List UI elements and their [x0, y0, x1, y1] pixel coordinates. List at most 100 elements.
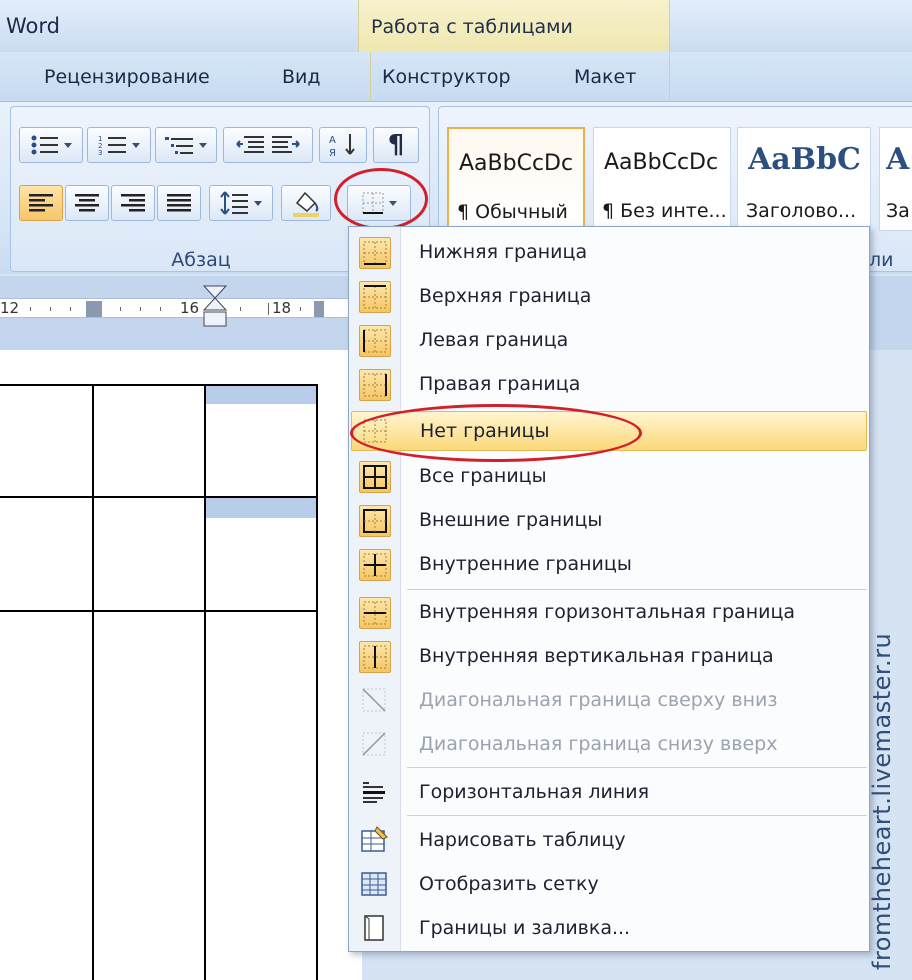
- multilevel-list-icon: [165, 137, 193, 154]
- style-heading-1[interactable]: AaBbC Заголово...: [737, 127, 871, 231]
- table-border: [316, 384, 318, 980]
- sort-icon: АЯ: [329, 134, 355, 158]
- style-name: ¶ Обычный: [457, 201, 568, 223]
- menu-item-horizontal-line[interactable]: Горизонтальная линия: [351, 773, 867, 813]
- inside-borders-icon: [359, 549, 391, 581]
- increase-indent-icon: [272, 136, 300, 153]
- menu-item-label: Нижняя граница: [419, 241, 588, 263]
- menu-item-label: Внутренняя вертикальная граница: [419, 645, 774, 667]
- tab-design[interactable]: Конструктор: [382, 66, 511, 88]
- align-left-icon: [29, 194, 53, 212]
- menu-item-draw-table[interactable]: Нарисовать таблицу: [351, 821, 867, 861]
- chevron-down-icon: [64, 142, 72, 148]
- align-right-icon: [121, 194, 145, 212]
- pilcrow-icon: ¶: [387, 130, 405, 160]
- align-center-button[interactable]: [65, 185, 109, 221]
- tab-layout[interactable]: Макет: [574, 66, 636, 88]
- ruler-number: 12: [0, 299, 20, 317]
- table-border: [92, 384, 94, 980]
- diagonal-up-border-icon: [359, 729, 391, 761]
- menu-item-left-border[interactable]: Левая граница: [351, 321, 867, 361]
- align-right-button[interactable]: [111, 185, 155, 221]
- menu-item-label: Нарисовать таблицу: [419, 829, 626, 851]
- align-center-icon: [75, 194, 99, 212]
- table-border: [204, 384, 206, 980]
- menu-item-top-border[interactable]: Верхняя граница: [351, 277, 867, 317]
- inside-horizontal-border-icon: [359, 597, 391, 629]
- svg-text:А: А: [329, 135, 336, 146]
- app-title: Word: [6, 14, 60, 38]
- menu-item-all-borders[interactable]: Все границы: [351, 457, 867, 497]
- menu-item-label: Внешние границы: [419, 509, 603, 531]
- menu-item-label: Правая граница: [419, 373, 581, 395]
- annotation-circle: [334, 168, 428, 230]
- chevron-down-icon: [254, 200, 262, 206]
- menu-separator: [407, 815, 867, 816]
- selected-cell: [206, 498, 316, 518]
- multilevel-list-button[interactable]: [155, 127, 217, 163]
- menu-item-right-border[interactable]: Правая граница: [351, 365, 867, 405]
- tab-separator: [669, 52, 670, 102]
- menu-item-inside-vertical-border[interactable]: Внутренняя вертикальная граница: [351, 637, 867, 677]
- view-gridlines-icon: [359, 869, 391, 901]
- style-heading-2[interactable]: A За: [879, 127, 912, 231]
- bullets-button[interactable]: [19, 127, 83, 163]
- chevron-down-icon: [132, 142, 140, 148]
- diagonal-down-border-icon: [359, 685, 391, 717]
- menu-item-diagonal-up-border: Диагональная граница снизу вверх: [351, 725, 867, 765]
- chevron-down-icon: [199, 142, 207, 148]
- menu-item-outside-borders[interactable]: Внешние границы: [351, 501, 867, 541]
- menu-item-borders-and-shading[interactable]: Границы и заливка...: [351, 909, 867, 949]
- style-name: За: [886, 200, 910, 222]
- shading-button[interactable]: [281, 185, 331, 221]
- menu-item-label: Горизонтальная линия: [419, 781, 650, 803]
- menu-item-label: Диагональная граница сверху вниз: [419, 689, 778, 711]
- menu-item-label: Верхняя граница: [419, 285, 592, 307]
- bullets-icon: [31, 135, 58, 155]
- menu-item-label: Все границы: [419, 465, 547, 487]
- menu-item-inside-borders[interactable]: Внутренние границы: [351, 545, 867, 585]
- menu-item-diagonal-down-border: Диагональная граница сверху вниз: [351, 681, 867, 721]
- document-page[interactable]: [0, 350, 362, 980]
- table-border: [0, 610, 318, 612]
- indent-marker-icon[interactable]: [200, 284, 230, 344]
- menu-item-view-gridlines[interactable]: Отобразить сетку: [351, 865, 867, 905]
- borders-dropdown-menu: Нижняя граница Верхняя граница Левая гра…: [348, 226, 870, 952]
- justify-button[interactable]: [157, 185, 201, 221]
- annotation-circle: [350, 404, 642, 462]
- style-name: Заголово...: [746, 200, 857, 222]
- indent-buttons[interactable]: [223, 127, 313, 163]
- tab-review[interactable]: Рецензирование: [44, 66, 210, 88]
- outside-borders-icon: [359, 505, 391, 537]
- menu-item-inside-horizontal-border[interactable]: Внутренняя горизонтальная граница: [351, 593, 867, 633]
- menu-item-bottom-border[interactable]: Нижняя граница: [351, 233, 867, 273]
- table-border: [0, 496, 318, 498]
- numbering-icon: 123: [98, 135, 126, 156]
- selected-cell: [206, 384, 316, 404]
- style-no-spacing[interactable]: AaBbCcDc ¶ Без инте...: [593, 127, 731, 231]
- style-name: ¶ Без инте...: [602, 200, 727, 222]
- show-formatting-marks-button[interactable]: ¶: [373, 127, 419, 163]
- line-spacing-icon: [220, 191, 248, 215]
- align-left-button[interactable]: [19, 185, 63, 221]
- style-sample: A: [886, 142, 910, 177]
- menu-item-label: Отобразить сетку: [419, 873, 599, 895]
- context-tab-title: Работа с таблицами: [371, 16, 573, 38]
- ribbon-tab-bar: Рецензирование Вид Конструктор Макет: [0, 52, 912, 102]
- ruler-number: 18: [272, 299, 292, 317]
- tab-view[interactable]: Вид: [282, 66, 321, 88]
- style-normal[interactable]: AaBbCcDc ¶ Обычный: [447, 127, 585, 231]
- sort-button[interactable]: АЯ: [319, 127, 367, 163]
- style-sample: AaBbC: [748, 142, 861, 177]
- table-border: [0, 384, 318, 386]
- menu-item-label: Левая граница: [419, 329, 569, 351]
- line-spacing-button[interactable]: [209, 185, 273, 221]
- title-bar: Word Работа с таблицами: [0, 0, 912, 52]
- ruler-number: 16: [180, 299, 200, 317]
- styles-group-label: ли: [869, 249, 894, 271]
- svg-text:3: 3: [98, 149, 102, 156]
- numbering-button[interactable]: 123: [87, 127, 151, 163]
- all-borders-icon: [359, 461, 391, 493]
- menu-item-label: Диагональная граница снизу вверх: [419, 733, 778, 755]
- bottom-border-icon: [359, 237, 391, 269]
